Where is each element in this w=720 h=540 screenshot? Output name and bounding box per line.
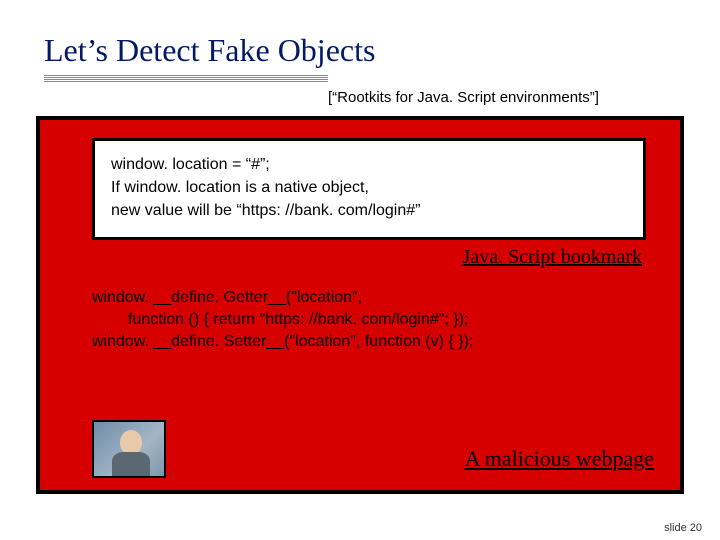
code-line-3: window. __define. Setter__("location", f… bbox=[92, 331, 660, 353]
code-block: window. __define. Getter__("location", f… bbox=[92, 287, 660, 354]
slide-title: Let’s Detect Fake Objects bbox=[0, 0, 720, 75]
bookmark-line-2: If window. location is a native object, bbox=[111, 176, 627, 199]
citation-text: [“Rootkits for Java. Script environments… bbox=[0, 89, 720, 106]
bookmark-box: window. location = “#”; If window. locat… bbox=[92, 138, 646, 240]
bookmark-line-1: window. location = “#”; bbox=[111, 153, 627, 176]
dr-evil-image bbox=[92, 420, 166, 478]
code-line-1: window. __define. Getter__("location", bbox=[92, 287, 660, 309]
bookmark-line-3: new value will be “https: //bank. com/lo… bbox=[111, 199, 627, 222]
slide-number: slide 20 bbox=[664, 522, 702, 534]
code-line-2: function () { return "https: //bank. com… bbox=[92, 309, 660, 331]
title-underline bbox=[44, 75, 328, 83]
bookmark-label: Java. Script bookmark bbox=[60, 246, 642, 269]
content-panel: window. location = “#”; If window. locat… bbox=[36, 116, 684, 494]
malicious-label: A malicious webpage bbox=[465, 446, 654, 472]
